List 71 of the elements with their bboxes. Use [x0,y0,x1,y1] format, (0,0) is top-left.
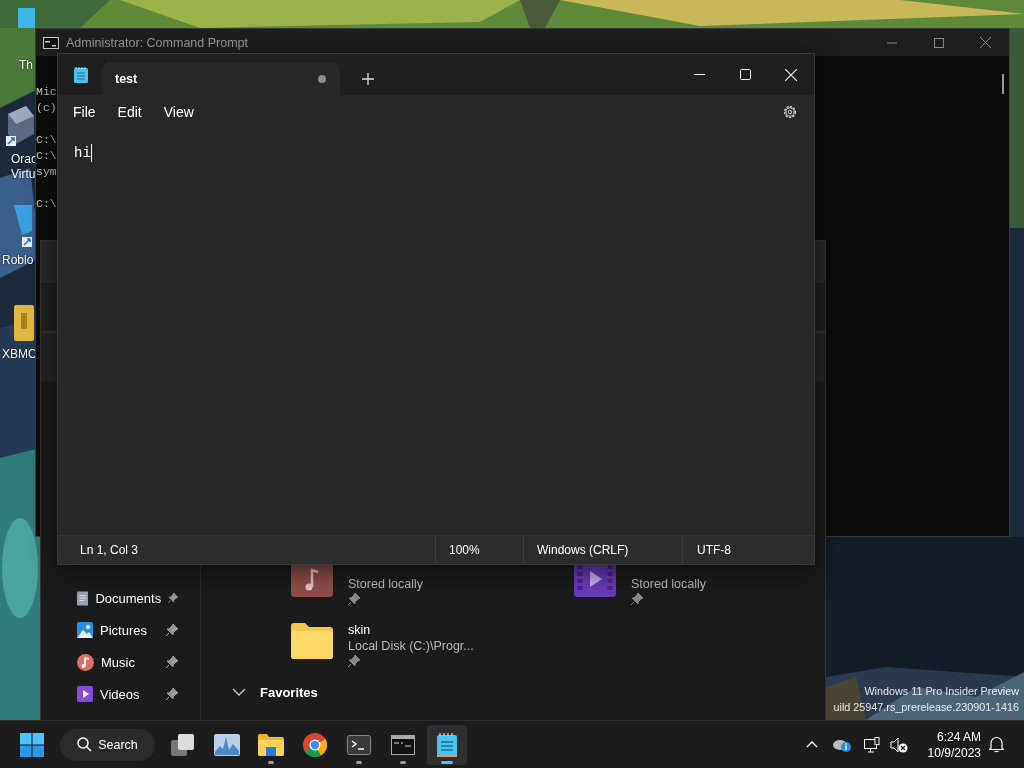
watermark-text: Windows 11 Pro Insider Preview [864,684,1019,699]
console-line: C:\ [36,148,57,164]
folder-location: Stored locally [631,577,707,591]
plus-icon [362,72,374,85]
browser-icon [303,732,327,757]
desktop-icon-label[interactable]: Th [19,58,33,73]
picture-icon [77,622,93,638]
terminal-icon [347,734,371,755]
settings-button[interactable] [782,103,798,120]
archive-icon[interactable] [14,303,34,343]
maximize-icon [933,37,944,48]
console-line: C:\ [36,196,57,212]
folder-location: Stored locally [348,577,424,591]
video-icon [77,686,93,702]
menu-item[interactable]: Edit [106,97,153,126]
close-icon [785,68,797,81]
document-icon [77,589,89,607]
chart-icon [214,733,240,756]
music-note-icon [77,653,94,671]
volume-muted-icon[interactable] [890,736,908,753]
folder-location: Local Disk (C:)\Progr... [348,639,474,653]
chevron-up-icon [806,741,818,748]
overlapping-windows-icon [171,733,195,756]
pin-icon[interactable] [166,624,178,636]
menu-item[interactable]: View [152,97,205,126]
menu-item[interactable]: File [62,97,107,126]
chevron-icon[interactable] [232,688,246,696]
window-title: Administrator: Command Prompt [66,35,248,50]
folder-icon [258,733,284,756]
notepad-icon [74,66,88,83]
console-line: C:\ [36,132,57,148]
search-icon [77,737,93,752]
scrollbar-thumb[interactable] [1002,74,1004,94]
zoom-level[interactable]: 100% [435,536,523,564]
folder-name[interactable]: skin [348,623,371,637]
sidebar-item[interactable]: Pictures [41,614,200,646]
search-button[interactable]: Search [60,728,155,761]
text-cursor [90,144,92,162]
document-tab[interactable]: test [102,62,340,95]
console-icon [391,734,415,755]
start-icon [20,732,44,757]
cursor-position: Ln 1, Col 3 [79,542,140,559]
encoding[interactable]: UTF-8 [682,536,731,564]
sidebar-item[interactable]: Videos [41,678,200,710]
console-line: Mic [36,84,57,100]
notepad-icon [437,732,457,757]
console-icon [43,36,59,49]
pin-icon[interactable] [166,656,178,668]
folder-icon[interactable] [291,623,333,659]
watermark-text: uild 25947.rs_prerelease.230901-1416 [833,700,1019,715]
bell-icon[interactable] [988,736,1004,753]
clock[interactable]: 6:24 AM 10/9/2023 [915,728,981,761]
close-icon [980,37,991,48]
section-title: Favorites [260,684,318,700]
desktop-icon-label[interactable]: Virtu [11,167,37,182]
desktop-icon-label[interactable]: Roblo [2,253,34,268]
taskbar-app-button[interactable] [427,724,467,765]
sidebar-item[interactable]: Documents [41,582,200,614]
console-line: sym [36,164,57,180]
pin-icon[interactable] [166,688,178,700]
sidebar-item[interactable]: Music [41,646,200,678]
editor-text[interactable]: hi [74,144,91,162]
settings-icon [782,103,798,120]
cloud-icon[interactable] [833,737,851,752]
network-icon[interactable] [864,736,880,753]
console-line: (c) [36,100,57,116]
cube-icon[interactable] [6,104,34,148]
desktop-icon-label[interactable]: XBMC [2,347,37,362]
maximize-icon [739,69,751,80]
line-ending[interactable]: Windows (CRLF) [523,536,682,564]
pin-icon[interactable] [168,592,178,604]
